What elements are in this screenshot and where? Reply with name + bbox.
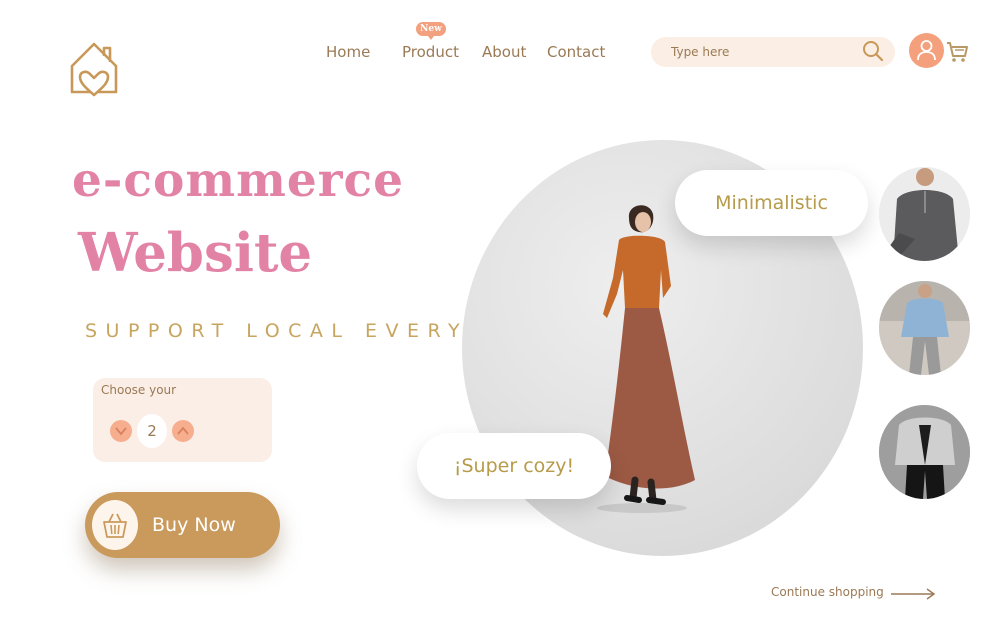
bubble-super-cozy: ¡Super cozy! xyxy=(417,433,611,499)
grey-jacket-model-illustration xyxy=(879,405,970,499)
hero-title-line2: Website xyxy=(78,222,313,284)
hero-tagline: SUPPORT LOCAL EVERYTHING xyxy=(85,320,463,342)
arrow-right-icon[interactable] xyxy=(890,587,936,601)
cart-icon[interactable] xyxy=(945,40,969,64)
product-thumbnail[interactable] xyxy=(879,167,970,261)
basket-icon xyxy=(103,513,127,538)
quantity-label: Choose your xyxy=(101,383,177,397)
nav-home-link[interactable]: Home xyxy=(326,43,370,61)
new-badge: New xyxy=(416,22,446,40)
user-avatar-button[interactable] xyxy=(909,33,944,68)
quantity-value: 2 xyxy=(137,414,167,448)
bubble-minimalistic: Minimalistic xyxy=(675,170,868,236)
product-thumbnail[interactable] xyxy=(879,281,970,375)
basket-icon-wrap xyxy=(92,500,138,550)
chevron-up-icon xyxy=(177,426,189,435)
hero-title-line1: e-commerce xyxy=(72,153,405,208)
sweater-model-illustration xyxy=(879,167,970,261)
user-icon xyxy=(917,40,936,61)
search-icon[interactable] xyxy=(862,40,884,62)
denim-jacket-model-illustration xyxy=(879,281,970,375)
nav-contact-link[interactable]: Contact xyxy=(547,43,605,61)
buy-now-button[interactable]: Buy Now xyxy=(85,492,280,558)
product-thumbnail[interactable] xyxy=(879,405,970,499)
chevron-down-icon xyxy=(115,427,127,436)
buy-now-label: Buy Now xyxy=(152,514,236,536)
nav-product-link[interactable]: Product xyxy=(402,43,459,61)
search-bar xyxy=(651,37,895,67)
continue-shopping-link[interactable]: Continue shopping xyxy=(771,585,884,599)
search-input[interactable] xyxy=(651,37,851,67)
quantity-decrease-button[interactable] xyxy=(110,420,132,442)
quantity-increase-button[interactable] xyxy=(172,420,194,442)
nav-about-link[interactable]: About xyxy=(482,43,526,61)
quantity-card: Choose your 2 xyxy=(93,378,272,462)
